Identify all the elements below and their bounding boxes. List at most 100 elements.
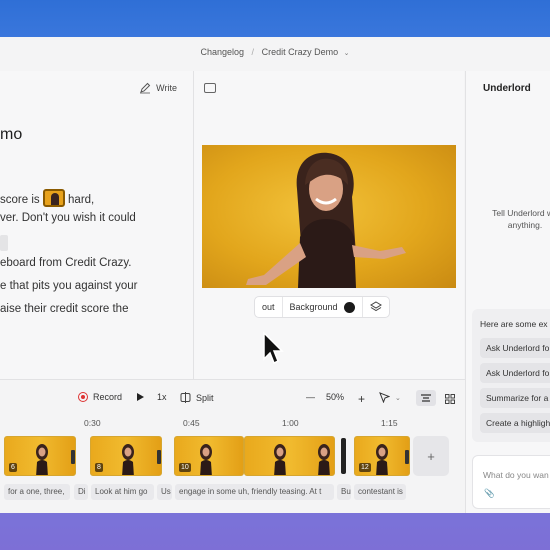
pointer-icon bbox=[379, 392, 390, 403]
grid-icon bbox=[445, 394, 455, 404]
script-line: ver. Don't you wish it could bbox=[0, 211, 136, 224]
zoom-in-button[interactable]: + bbox=[358, 392, 365, 406]
app-window: Changelog / Credit Crazy Demo ⌄ Write mo… bbox=[0, 37, 550, 513]
ruler-tick: 1:00 bbox=[282, 418, 299, 428]
caption-block[interactable]: Us bbox=[157, 484, 172, 500]
caption-block[interactable]: Di bbox=[74, 484, 88, 500]
caption-block[interactable]: for a one, three, bbox=[4, 484, 70, 500]
minus-icon: — bbox=[306, 392, 315, 402]
zoom-level: 50% bbox=[326, 392, 345, 402]
trim-handle[interactable] bbox=[157, 450, 161, 464]
ruler-tick: 1:15 bbox=[381, 418, 398, 428]
layers-icon bbox=[369, 301, 382, 312]
ruler-tick: 0:30 bbox=[84, 418, 101, 428]
trim-handle[interactable] bbox=[71, 450, 75, 464]
word-placeholder bbox=[0, 234, 8, 251]
background-color-swatch bbox=[343, 301, 355, 313]
chevron-down-icon: ⌄ bbox=[395, 394, 401, 402]
panel-description: Tell Underlord wh anything. bbox=[480, 207, 550, 231]
suggestions-box: Here are some ex Ask Underlord fo Ask Un… bbox=[472, 309, 550, 442]
plus-icon: + bbox=[358, 392, 366, 406]
clip-thumbnail bbox=[122, 444, 134, 475]
captions-icon bbox=[421, 394, 431, 402]
clip-thumbnail bbox=[376, 444, 388, 475]
clip-separator[interactable] bbox=[341, 438, 346, 474]
background-button[interactable]: Background bbox=[283, 297, 363, 317]
play-icon bbox=[137, 393, 144, 401]
script-panel: Write mo score is hard, ver. Don't you w… bbox=[0, 71, 194, 413]
prompt-input[interactable]: What do you wan 📎 bbox=[472, 455, 550, 509]
zoom-out-button[interactable]: — bbox=[306, 392, 315, 402]
panel-title: Underlord bbox=[483, 83, 531, 94]
write-button[interactable]: Write bbox=[139, 82, 177, 94]
split-label: Split bbox=[196, 392, 214, 403]
video-clip[interactable]: 12 bbox=[354, 436, 410, 476]
breadcrumb-section[interactable]: Changelog bbox=[200, 47, 244, 57]
suggestion-item[interactable]: Summarize for a bbox=[480, 388, 550, 408]
script-text: score is bbox=[0, 194, 40, 206]
script-line: eboard from Credit Crazy. bbox=[0, 257, 132, 270]
video-preview[interactable] bbox=[202, 145, 456, 288]
caption-block[interactable]: Bu bbox=[337, 484, 351, 500]
script-body[interactable]: score is hard, ver. Don't you wish it co… bbox=[0, 189, 190, 326]
script-line bbox=[0, 234, 190, 258]
suggestion-item[interactable]: Create a highligh bbox=[480, 413, 550, 433]
speed-button[interactable]: 1x bbox=[157, 392, 167, 402]
video-clip[interactable]: 8 bbox=[90, 436, 162, 476]
caption-track: for a one, three, Di Look at him go Us e… bbox=[0, 484, 465, 500]
document-title: mo bbox=[0, 126, 23, 143]
suggestions-heading: Here are some ex bbox=[480, 319, 548, 329]
split-icon bbox=[180, 392, 191, 403]
grid-view-button[interactable] bbox=[442, 392, 458, 406]
layout-button[interactable]: out bbox=[255, 297, 283, 317]
clip-thumbnail bbox=[36, 444, 48, 475]
clip-thumbnail bbox=[318, 444, 330, 475]
add-clip-button[interactable]: + bbox=[413, 436, 449, 476]
layers-button[interactable] bbox=[363, 297, 389, 317]
underlord-panel: Underlord Tell Underlord wh anything. He… bbox=[465, 71, 550, 513]
timeline: Record 1x Split — 50% + ⌄ 0:30 0:45 1:00… bbox=[0, 379, 465, 513]
script-line: e that pits you against your bbox=[0, 280, 138, 293]
record-button[interactable]: Record bbox=[78, 392, 122, 402]
clip-number: 6 bbox=[9, 463, 17, 472]
timeline-toolbar: Record 1x Split — 50% + ⌄ bbox=[0, 390, 465, 406]
mouse-cursor-icon bbox=[263, 331, 284, 365]
clip-thumbnail bbox=[274, 444, 286, 475]
description-line: Tell Underlord wh bbox=[492, 208, 550, 218]
caption-block[interactable]: engage in some uh, friendly teasing. At … bbox=[175, 484, 334, 500]
script-line: aise their credit score the bbox=[0, 302, 129, 315]
clip-number: 12 bbox=[359, 463, 371, 472]
aspect-ratio-icon[interactable] bbox=[204, 83, 216, 93]
captions-toggle[interactable] bbox=[416, 390, 436, 406]
play-button[interactable] bbox=[136, 392, 145, 402]
select-tool-button[interactable]: ⌄ bbox=[379, 392, 401, 403]
clip-number: 8 bbox=[95, 463, 103, 472]
script-line: score is hard, bbox=[0, 189, 190, 212]
clip-track: 6 8 10 12 + bbox=[0, 436, 465, 476]
caption-block[interactable]: contestant is bbox=[354, 484, 406, 500]
record-icon bbox=[78, 392, 88, 402]
breadcrumb-separator: / bbox=[251, 47, 255, 57]
ruler-tick: 0:45 bbox=[183, 418, 200, 428]
background-label: Background bbox=[289, 302, 338, 312]
clip-number: 10 bbox=[179, 463, 191, 472]
video-clip[interactable] bbox=[244, 436, 335, 476]
attachment-icon[interactable]: 📎 bbox=[484, 488, 495, 499]
breadcrumb-project[interactable]: Credit Crazy Demo bbox=[262, 47, 339, 57]
video-clip[interactable]: 10 bbox=[174, 436, 244, 476]
video-controls: out Background bbox=[254, 296, 390, 318]
write-label: Write bbox=[156, 83, 177, 93]
pen-icon bbox=[140, 82, 151, 94]
scene-thumbnail[interactable] bbox=[42, 189, 65, 207]
breadcrumb: Changelog / Credit Crazy Demo ⌄ bbox=[0, 47, 550, 57]
clip-thumbnail bbox=[200, 444, 212, 475]
caption-block[interactable]: Look at him go bbox=[91, 484, 154, 500]
suggestion-item[interactable]: Ask Underlord fo bbox=[480, 338, 550, 358]
suggestion-item[interactable]: Ask Underlord fo bbox=[480, 363, 550, 383]
video-clip[interactable]: 6 bbox=[4, 436, 76, 476]
chevron-down-icon[interactable]: ⌄ bbox=[344, 50, 350, 57]
video-panel: out Background bbox=[194, 71, 464, 413]
split-button[interactable]: Split bbox=[180, 392, 214, 403]
trim-handle[interactable] bbox=[405, 450, 409, 464]
script-text: hard, bbox=[68, 194, 95, 206]
